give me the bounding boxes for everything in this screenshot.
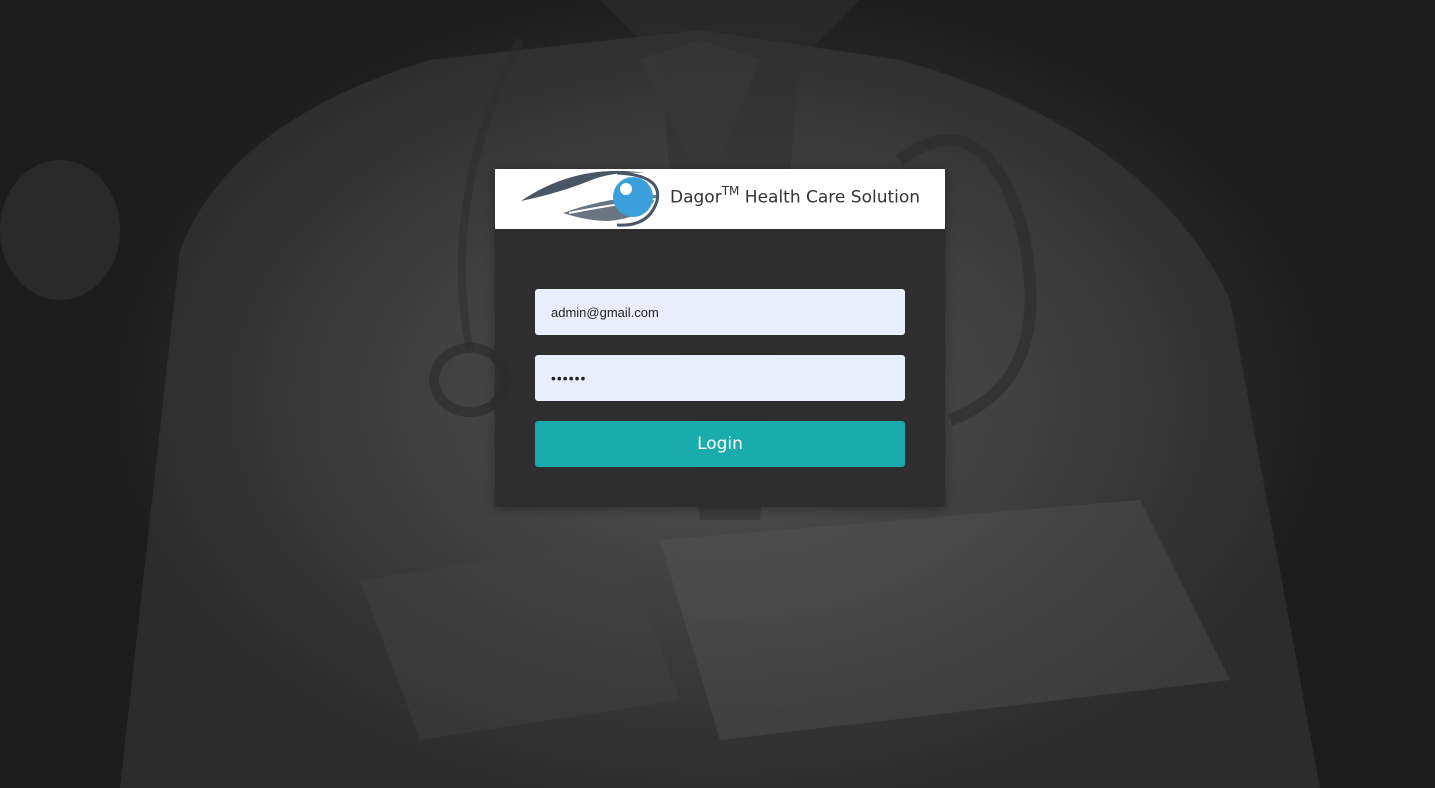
eye-logo-icon [517, 169, 667, 229]
brand-suffix: Health Care Solution [744, 187, 921, 208]
brand-name: Dagor [670, 187, 722, 208]
email-field[interactable] [535, 289, 905, 335]
brand-title: DagorTM Health Care Solution [670, 184, 921, 208]
card-header: DagorTM Health Care Solution [495, 169, 945, 229]
password-field[interactable] [535, 355, 905, 401]
login-card: DagorTM Health Care Solution Login [495, 169, 945, 507]
login-button[interactable]: Login [535, 421, 905, 467]
trademark-mark: TM [721, 184, 740, 198]
